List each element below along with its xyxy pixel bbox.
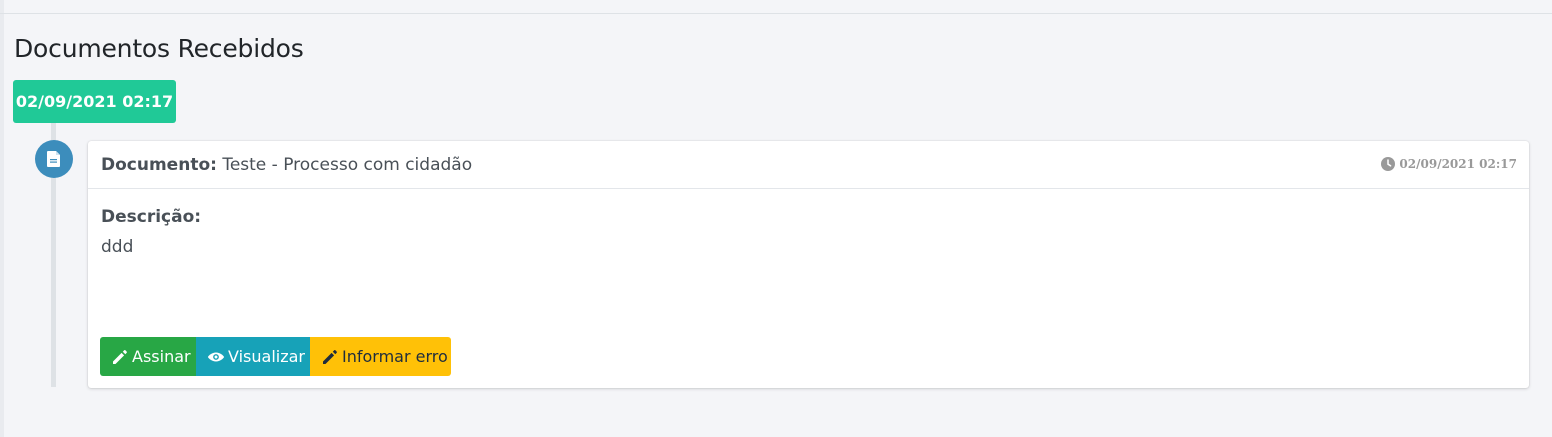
sign-button[interactable]: Assinar [100, 337, 196, 376]
timeline-item-header: Documento: Teste - Processo com cidadão … [88, 141, 1529, 189]
item-time-text: 02/09/2021 02:17 [1399, 157, 1517, 171]
pencil-icon [113, 349, 127, 364]
report-error-button-label: Informar erro [342, 347, 448, 366]
file-icon [47, 151, 60, 167]
document-label: Documento: [101, 155, 217, 175]
view-button-label: Visualizar [228, 347, 305, 366]
item-time: 02/09/2021 02:17 [1381, 157, 1517, 171]
description-label: Descrição: [101, 207, 202, 227]
item-actions: Assinar Visualizar Informar erro [100, 337, 451, 376]
sign-button-label: Assinar [132, 347, 191, 366]
timeline-item-card: Documento: Teste - Processo com cidadão … [88, 141, 1529, 388]
page-title: Documentos Recebidos [14, 34, 304, 63]
top-divider [0, 13, 1552, 14]
document-name: Teste - Processo com cidadão [222, 155, 473, 175]
report-error-button[interactable]: Informar erro [310, 337, 451, 376]
document-line: Documento: Teste - Processo com cidadão [101, 155, 472, 175]
view-button[interactable]: Visualizar [196, 337, 310, 376]
timeline-item-badge [35, 140, 73, 178]
clock-icon [1381, 157, 1396, 171]
description-value: ddd [101, 237, 134, 257]
pencil-icon [323, 349, 337, 364]
timeline-date-label: 02/09/2021 02:17 [13, 80, 176, 123]
page-left-edge [0, 0, 4, 437]
eye-icon [207, 352, 225, 361]
